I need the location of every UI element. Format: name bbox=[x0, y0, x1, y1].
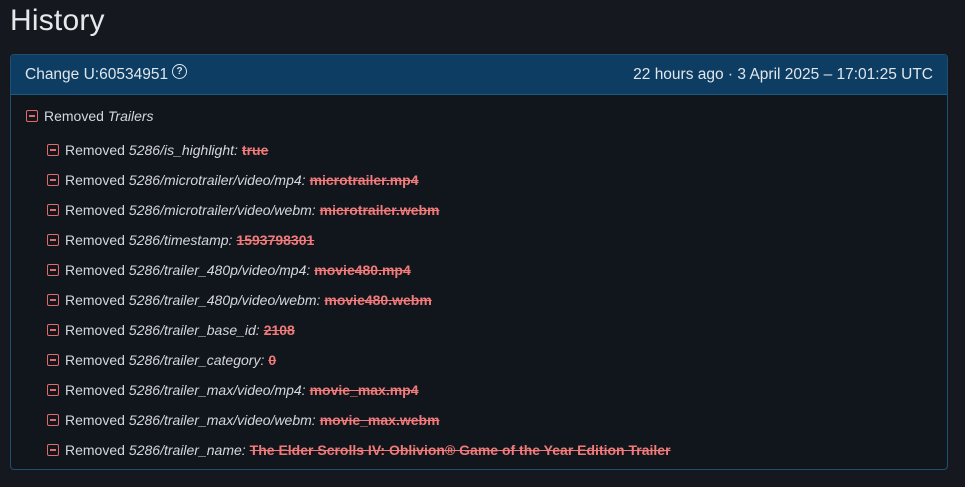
diff-path: 5286/is_highlight: bbox=[128, 142, 238, 158]
diff-row: Removed 5286/trailer_max/video/webm: mov… bbox=[26, 405, 932, 435]
diff-verb: Removed bbox=[65, 202, 125, 218]
change-timestamp: 22 hours ago · 3 April 2025 – 17:01:25 U… bbox=[633, 65, 933, 83]
diff-verb: Removed bbox=[65, 232, 125, 248]
diff-path: 5286/microtrailer/video/mp4: bbox=[128, 172, 306, 188]
diff-row: Removed 5286/microtrailer/video/webm: mi… bbox=[26, 195, 932, 225]
diff-row: Removed 5286/trailer_name: The Elder Scr… bbox=[26, 435, 932, 465]
diff-path: 5286/trailer_max/video/mp4: bbox=[128, 382, 306, 398]
diff-old-value: true bbox=[241, 142, 269, 158]
diff-path: 5286/trailer_name: bbox=[128, 442, 246, 458]
diff-row: Removed 5286/trailer_480p/video/mp4: mov… bbox=[26, 255, 932, 285]
diff-section-name: Trailers bbox=[107, 108, 154, 124]
minus-square-icon bbox=[47, 264, 59, 276]
minus-square-icon bbox=[47, 204, 59, 216]
diff-verb: Removed bbox=[65, 412, 125, 428]
minus-square-icon bbox=[47, 324, 59, 336]
diff-old-value: 1593798301 bbox=[236, 232, 315, 248]
diff-row: Removed 5286/trailer_480p/video/webm: mo… bbox=[26, 285, 932, 315]
diff-verb: Removed bbox=[65, 142, 125, 158]
minus-square-icon bbox=[47, 144, 59, 156]
change-card: Change U:60534951 ? 22 hours ago · 3 Apr… bbox=[10, 54, 948, 470]
minus-square-icon bbox=[47, 414, 59, 426]
change-id-link[interactable]: Change U:60534951 bbox=[25, 66, 168, 84]
diff-row: Removed 5286/trailer_category: 0 bbox=[26, 345, 932, 375]
page-title: History bbox=[10, 4, 105, 37]
diff-old-value: movie_max.mp4 bbox=[309, 382, 419, 398]
diff-row: Removed 5286/microtrailer/video/mp4: mic… bbox=[26, 165, 932, 195]
diff-path: 5286/microtrailer/video/webm: bbox=[128, 202, 316, 218]
diff-old-value: microtrailer.mp4 bbox=[309, 172, 419, 188]
diff-list: Removed Trailers Removed 5286/is_highlig… bbox=[11, 95, 947, 469]
diff-verb: Removed bbox=[65, 352, 125, 368]
minus-square-icon bbox=[47, 294, 59, 306]
diff-path: 5286/trailer_480p/video/mp4: bbox=[128, 262, 311, 278]
change-id: Change U:60534951 ? bbox=[25, 64, 188, 84]
diff-verb: Removed bbox=[65, 172, 125, 188]
minus-square-icon bbox=[47, 384, 59, 396]
diff-verb: Removed bbox=[44, 108, 104, 124]
diff-verb: Removed bbox=[65, 322, 125, 338]
diff-path: 5286/trailer_480p/video/webm: bbox=[128, 292, 321, 308]
diff-old-value: The Elder Scrolls IV: Oblivion® Game of … bbox=[249, 442, 671, 458]
diff-old-value: movie480.webm bbox=[324, 292, 432, 308]
diff-row: Removed 5286/timestamp: 1593798301 bbox=[26, 225, 932, 255]
minus-square-icon bbox=[47, 354, 59, 366]
diff-old-value: movie_max.webm bbox=[319, 412, 440, 428]
diff-old-value: microtrailer.webm bbox=[319, 202, 440, 218]
diff-old-value: 0 bbox=[268, 352, 277, 368]
diff-verb: Removed bbox=[65, 292, 125, 308]
minus-square-icon bbox=[47, 174, 59, 186]
diff-row: Removed 5286/trailer_base_id: 2108 bbox=[26, 315, 932, 345]
diff-old-value: 2108 bbox=[263, 322, 295, 338]
minus-square-icon bbox=[26, 110, 38, 122]
diff-old-value: movie480.mp4 bbox=[314, 262, 411, 278]
diff-path: 5286/trailer_base_id: bbox=[128, 322, 260, 338]
diff-verb: Removed bbox=[65, 382, 125, 398]
diff-row: Removed 5286/trailer_max/video/mp4: movi… bbox=[26, 375, 932, 405]
minus-square-icon bbox=[47, 444, 59, 456]
diff-section-row: Removed Trailers bbox=[26, 105, 932, 127]
diff-path: 5286/timestamp: bbox=[128, 232, 233, 248]
minus-square-icon bbox=[47, 234, 59, 246]
diff-row: Removed 5286/is_highlight: true bbox=[26, 135, 932, 165]
diff-verb: Removed bbox=[65, 262, 125, 278]
diff-path: 5286/trailer_category: bbox=[128, 352, 265, 368]
diff-path: 5286/trailer_max/video/webm: bbox=[128, 412, 316, 428]
change-header: Change U:60534951 ? 22 hours ago · 3 Apr… bbox=[11, 55, 947, 95]
diff-verb: Removed bbox=[65, 442, 125, 458]
help-circle-icon[interactable]: ? bbox=[172, 64, 188, 79]
